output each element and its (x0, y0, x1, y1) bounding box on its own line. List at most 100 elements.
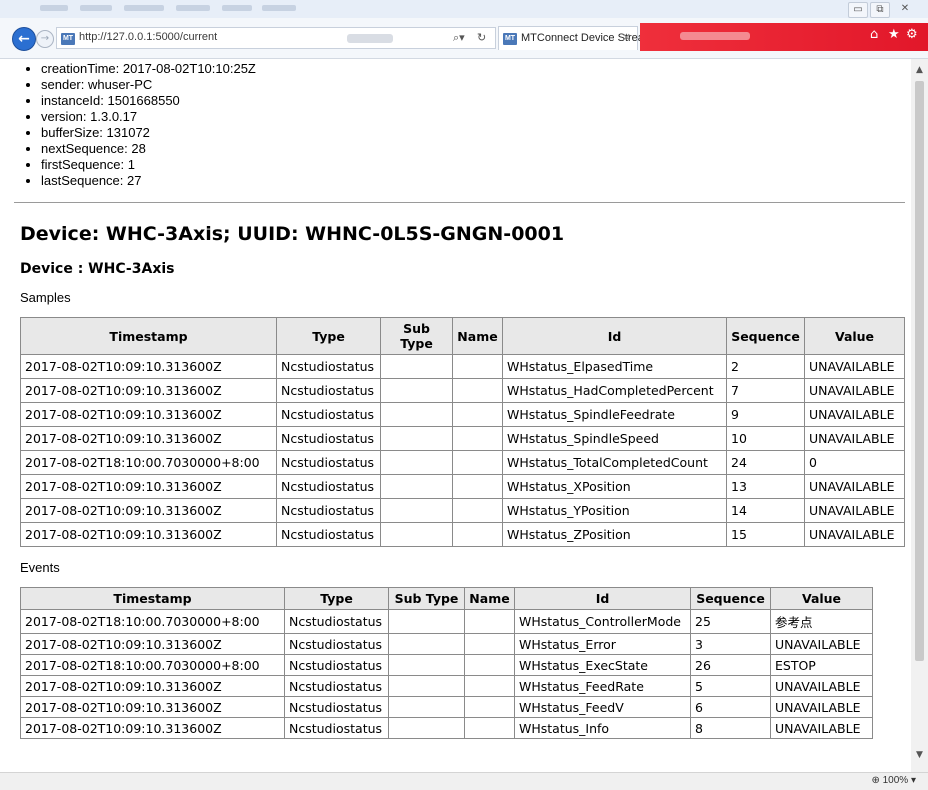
browser-navbar: ← → MT http://127.0.0.1:5000/current ⌕▾ … (0, 18, 928, 59)
back-arrow-icon[interactable]: ← (12, 27, 36, 51)
table-cell (464, 717, 515, 739)
table-cell: WHstatus_XPosition (502, 474, 727, 499)
status-bar: ⊕ 100% ▾ (0, 772, 928, 790)
table-cell: Ncstudiostatus (276, 402, 381, 427)
blurred-text (347, 34, 393, 43)
menu-item-blurred[interactable] (222, 5, 252, 11)
table-cell: 2017-08-02T10:09:10.313600Z (20, 426, 277, 451)
zoom-control[interactable]: ⊕ 100% ▾ (871, 775, 916, 786)
table-cell: 3 (690, 633, 771, 655)
page-content: creationTime: 2017-08-02T10:10:25Zsender… (8, 59, 911, 772)
table-cell: 2017-08-02T10:09:10.313600Z (20, 498, 277, 523)
events-table: Timestamp Type Sub Type Name Id Sequence Value… (20, 587, 873, 739)
table-row: 2017-08-02T10:09:10.313600Z Ncstudiostatu… (20, 354, 905, 379)
address-bar[interactable]: MT http://127.0.0.1:5000/current ⌕▾ ↻ (56, 27, 496, 49)
column-header: Type (276, 317, 381, 355)
blurred-tab[interactable] (640, 23, 928, 51)
gear-icon[interactable]: ⚙ (906, 27, 918, 42)
restore-icon[interactable]: ⧉ (870, 2, 890, 18)
table-cell: UNAVAILABLE (770, 717, 873, 739)
table-cell: 2 (726, 354, 805, 379)
table-row: 2017-08-02T10:09:10.313600Z Ncstudiostatu… (20, 426, 905, 451)
table-cell: UNAVAILABLE (804, 522, 905, 547)
menu-item-blurred[interactable] (176, 5, 210, 11)
url-text[interactable]: http://127.0.0.1:5000/current (79, 31, 217, 43)
table-cell (380, 498, 453, 523)
column-header: Value (770, 587, 873, 610)
forward-arrow-icon[interactable]: → (36, 30, 54, 48)
table-row: 2017-08-02T10:09:10.313600Z Ncstudiostatu… (20, 633, 873, 655)
menu-item-blurred[interactable] (262, 5, 296, 11)
table-cell: 2017-08-02T10:09:10.313600Z (20, 717, 285, 739)
column-header: Timestamp (20, 317, 277, 355)
table-cell (452, 474, 503, 499)
table-cell: 2017-08-02T18:10:00.7030000+8:00 (20, 654, 285, 676)
table-cell: WHstatus_FeedRate (514, 675, 691, 697)
table-header-row: Timestamp Type Sub Type Name Id Sequence Value (20, 317, 905, 355)
menu-item-blurred[interactable] (124, 5, 164, 11)
info-item: creationTime: 2017-08-02T10:10:25Z (41, 61, 911, 77)
table-cell: WHstatus_ExecState (514, 654, 691, 676)
table-row: 2017-08-02T10:09:10.313600Z Ncstudiostatu… (20, 378, 905, 403)
close-window-icon[interactable]: ✕ (896, 2, 914, 16)
column-header: Sub Type (388, 587, 465, 610)
table-cell: 参考点 (770, 609, 873, 634)
table-header-row: Timestamp Type Sub Type Name Id Sequence Value (20, 587, 873, 610)
table-cell (388, 633, 465, 655)
vertical-scrollbar[interactable]: ▲ ▼ (911, 59, 928, 772)
table-row: 2017-08-02T10:09:10.313600Z Ncstudiostatu… (20, 522, 905, 547)
minimize-icon[interactable]: ▭ (848, 2, 868, 18)
home-icon[interactable]: ⌂ (870, 27, 878, 42)
info-item: bufferSize: 131072 (41, 125, 911, 141)
table-cell: UNAVAILABLE (770, 675, 873, 697)
table-cell: Ncstudiostatus (284, 696, 389, 718)
header-info-list: creationTime: 2017-08-02T10:10:25Zsender… (8, 61, 911, 189)
table-cell (452, 498, 503, 523)
events-label: Events (20, 560, 60, 575)
table-row: 2017-08-02T18:10:00.7030000+8:00 Ncstudio… (20, 609, 873, 634)
table-cell: 10 (726, 426, 805, 451)
table-cell: UNAVAILABLE (804, 378, 905, 403)
scroll-up-icon[interactable]: ▲ (911, 63, 928, 77)
table-cell (452, 402, 503, 427)
table-cell (464, 675, 515, 697)
table-cell: Ncstudiostatus (276, 498, 381, 523)
star-icon[interactable]: ★ (888, 27, 900, 42)
table-cell: UNAVAILABLE (804, 498, 905, 523)
menu-item-blurred[interactable] (80, 5, 112, 11)
zoom-level: 100% (882, 775, 909, 786)
table-cell: Ncstudiostatus (276, 354, 381, 379)
table-cell: 2017-08-02T10:09:10.313600Z (20, 474, 277, 499)
table-cell: WHstatus_ControllerMode (514, 609, 691, 634)
close-tab-icon[interactable]: ✕ (622, 31, 631, 44)
info-item: instanceId: 1501668550 (41, 93, 911, 109)
table-cell (464, 609, 515, 634)
table-row: 2017-08-02T10:09:10.313600Z Ncstudiostatu… (20, 402, 905, 427)
table-cell (452, 426, 503, 451)
info-item: lastSequence: 27 (41, 173, 911, 189)
table-row: 2017-08-02T10:09:10.313600Z Ncstudiostatu… (20, 474, 905, 499)
table-cell: Ncstudiostatus (276, 378, 381, 403)
component-title: Device : WHC-3Axis (20, 261, 175, 277)
scrollbar-thumb[interactable] (915, 81, 924, 661)
table-cell (388, 609, 465, 634)
table-cell: 2017-08-02T10:09:10.313600Z (20, 378, 277, 403)
info-item: sender: whuser-PC (41, 77, 911, 93)
table-cell (464, 696, 515, 718)
device-title: Device: WHC-3Axis; UUID: WHNC-0L5S-GNGN-… (20, 223, 565, 245)
window-titlebar: ▭ ⧉ ✕ (0, 0, 928, 18)
table-cell: WHstatus_ZPosition (502, 522, 727, 547)
table-row: 2017-08-02T10:09:10.313600Z Ncstudiostatu… (20, 696, 873, 718)
column-header: Timestamp (20, 587, 285, 610)
menu-item-blurred[interactable] (40, 5, 68, 11)
refresh-icon[interactable]: ↻ (477, 31, 486, 44)
table-cell: 14 (726, 498, 805, 523)
scroll-down-icon[interactable]: ▼ (911, 748, 928, 762)
table-cell: ESTOP (770, 654, 873, 676)
table-cell: Ncstudiostatus (284, 654, 389, 676)
table-cell (452, 450, 503, 475)
table-cell: WHstatus_TotalCompletedCount (502, 450, 727, 475)
table-cell: WHstatus_YPosition (502, 498, 727, 523)
search-icon[interactable]: ⌕▾ (453, 31, 465, 45)
tab-mtconnect[interactable]: MT MTConnect Device Strea... ✕ (498, 26, 653, 50)
